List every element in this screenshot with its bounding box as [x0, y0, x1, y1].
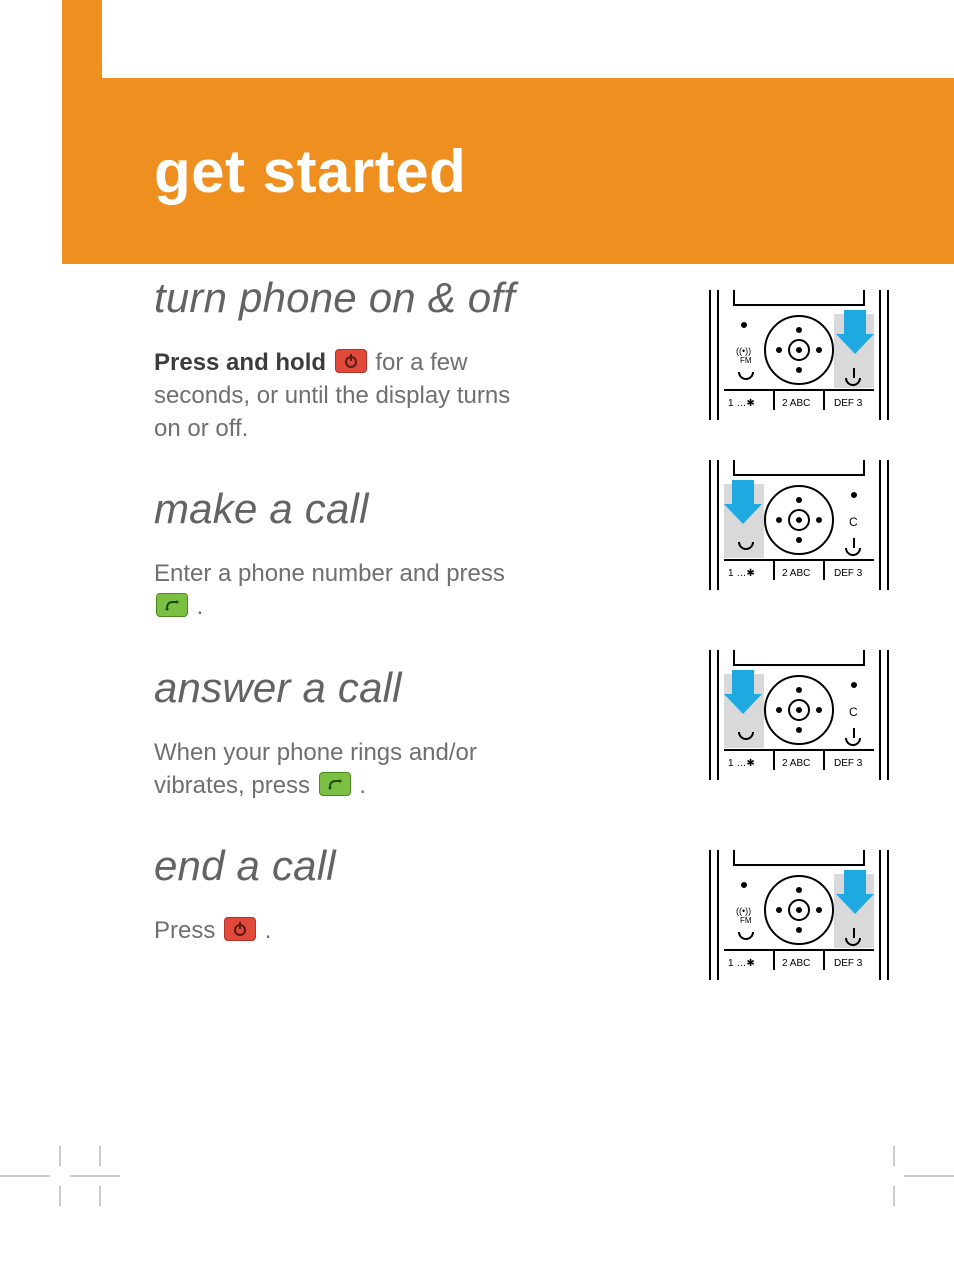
body-answer-call: When your phone rings and/or vibrates, p… [154, 736, 534, 802]
body-lead-2: Enter a phone number and press [154, 560, 505, 587]
svg-text:FM: FM [740, 356, 752, 365]
page: get started turn phone on & off Press an… [0, 0, 954, 1266]
crop-mark-icon [0, 1146, 120, 1206]
power-key-icon [224, 917, 256, 941]
key-3-label: DEF 3 [834, 568, 863, 579]
emphasis-press-hold: Press and hold [154, 349, 333, 376]
send-key-icon [319, 772, 351, 796]
power-key-icon [335, 349, 367, 373]
svg-text:FM: FM [740, 916, 752, 925]
keypad-illustration-end: ((•)) FM 1 …✱ 2 ABC DEF 3 [704, 850, 894, 980]
svg-text:((•)): ((•)) [736, 906, 751, 916]
body-turn-on-off: Press and hold for a few seconds, or unt… [154, 346, 534, 445]
keypad-illustration-power: ((•)) FM 1 …✱ 2 ABC DEF 3 [704, 290, 894, 420]
crop-mark-icon [874, 1146, 954, 1206]
svg-text:C: C [849, 705, 858, 719]
svg-text:C: C [849, 515, 858, 529]
body-lead-3: When your phone rings and/or vibrates, p… [154, 739, 477, 799]
key-1-label: 1 …✱ [728, 758, 755, 769]
header-banner: get started [62, 78, 954, 264]
key-2-label: 2 ABC [782, 958, 810, 969]
body-lead-4: Press [154, 917, 222, 944]
key-3-label: DEF 3 [834, 958, 863, 969]
send-key-icon [156, 593, 188, 617]
body-tail-2: . [197, 593, 204, 620]
key-2-label: 2 ABC [782, 758, 810, 769]
key-2-label: 2 ABC [782, 568, 810, 579]
key-3-label: DEF 3 [834, 398, 863, 409]
body-tail-4: . [265, 917, 272, 944]
svg-text:((•)): ((•)) [736, 346, 751, 356]
keypad-illustration-answer: C 1 …✱ 2 ABC DEF 3 [704, 650, 894, 780]
body-tail-3: . [359, 772, 366, 799]
key-1-label: 1 …✱ [728, 958, 755, 969]
key-2-label: 2 ABC [782, 398, 810, 409]
page-title: get started [154, 137, 466, 206]
body-make-call: Enter a phone number and press . [154, 557, 534, 623]
key-1-label: 1 …✱ [728, 398, 755, 409]
key-3-label: DEF 3 [834, 758, 863, 769]
body-end-call: Press . [154, 914, 534, 947]
key-1-label: 1 …✱ [728, 568, 755, 579]
header-tab [62, 0, 102, 78]
keypad-illustration-send: C 1 …✱ 2 ABC DEF 3 [704, 460, 894, 590]
